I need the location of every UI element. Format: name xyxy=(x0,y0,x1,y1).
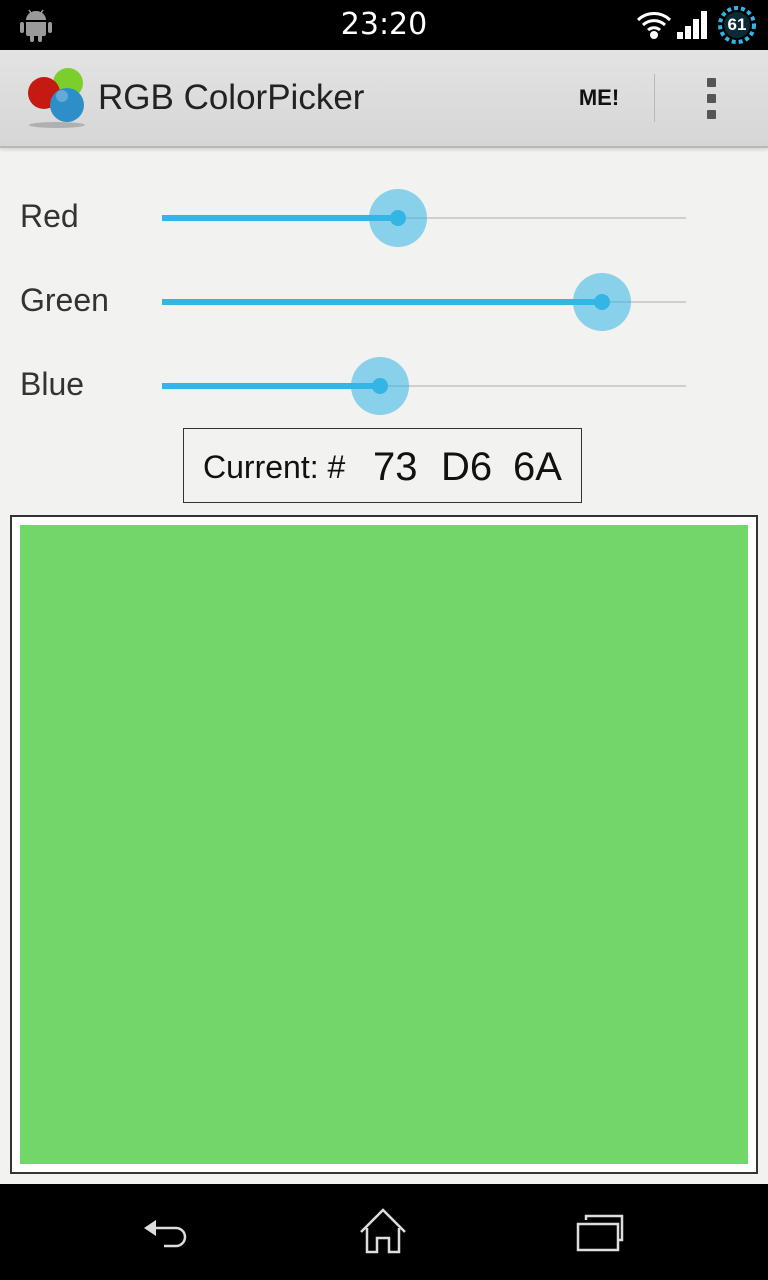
red-slider-fill xyxy=(162,215,399,221)
app-title: RGB ColorPicker xyxy=(98,78,365,117)
battery-level: 61 xyxy=(727,15,747,34)
blue-slider-thumb[interactable] xyxy=(350,357,409,415)
navigation-bar xyxy=(0,1184,768,1280)
green-slider-thumb[interactable] xyxy=(572,273,631,331)
color-preview-frame xyxy=(10,515,758,1174)
red-hex-value: 73 xyxy=(373,445,418,489)
wifi-icon xyxy=(636,12,672,39)
current-color-box: Current: # 73 D6 6A xyxy=(183,428,582,503)
action-bar-divider xyxy=(654,74,655,122)
blue-slider-fill xyxy=(162,383,380,389)
red-label: Red xyxy=(20,198,79,234)
green-slider-fill xyxy=(162,299,602,305)
overflow-menu-icon[interactable] xyxy=(690,70,734,126)
current-prefix: Current: # xyxy=(203,449,346,485)
red-slider-thumb[interactable] xyxy=(369,189,428,247)
blue-label: Blue xyxy=(20,366,85,402)
green-slider-row: Green xyxy=(0,272,768,332)
green-label: Green xyxy=(20,282,109,318)
signal-icon xyxy=(677,11,707,39)
red-slider-row: Red xyxy=(0,188,768,248)
back-icon[interactable] xyxy=(128,1202,208,1262)
app-logo-icon xyxy=(28,68,85,128)
home-icon[interactable] xyxy=(343,1202,423,1262)
color-preview-swatch xyxy=(20,525,748,1164)
blue-slider-row: Blue xyxy=(0,356,768,416)
blue-hex-value: 6A xyxy=(513,445,562,489)
me-button[interactable]: ME! xyxy=(560,50,638,146)
recent-apps-icon[interactable] xyxy=(558,1202,638,1262)
action-bar: RGB ColorPicker ME! xyxy=(0,50,768,148)
green-hex-value: D6 xyxy=(441,445,493,489)
status-bar: 23:20 61 xyxy=(0,0,768,50)
